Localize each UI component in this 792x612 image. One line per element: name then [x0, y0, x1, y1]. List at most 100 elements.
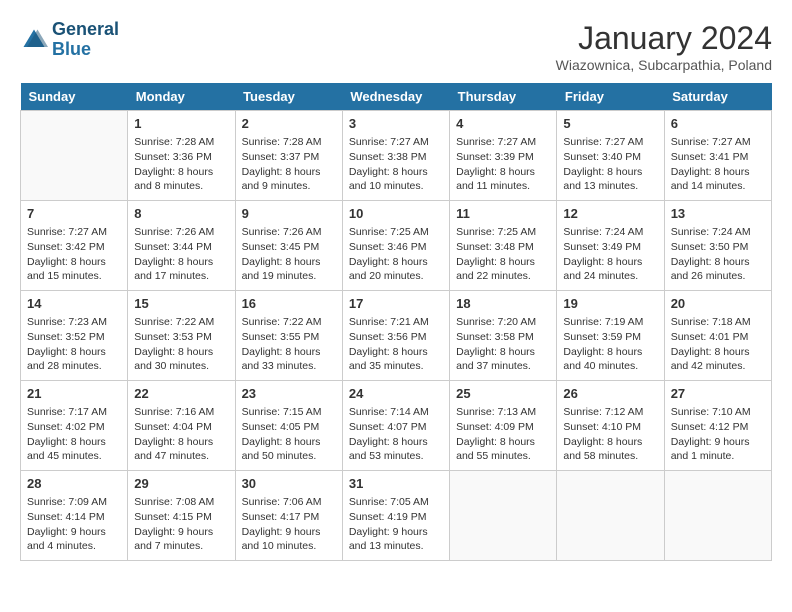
day-number: 19 — [563, 295, 657, 313]
day-number: 10 — [349, 205, 443, 223]
calendar-cell — [21, 111, 128, 201]
calendar-cell: 14 Sunrise: 7:23 AM Sunset: 3:52 PM Dayli… — [21, 291, 128, 381]
calendar-cell — [450, 471, 557, 561]
week-row: 21 Sunrise: 7:17 AM Sunset: 4:02 PM Dayli… — [21, 381, 772, 471]
day-number: 14 — [27, 295, 121, 313]
week-row: 7 Sunrise: 7:27 AM Sunset: 3:42 PM Daylig… — [21, 201, 772, 291]
day-info: Sunrise: 7:12 AM Sunset: 4:10 PM Dayligh… — [563, 405, 657, 464]
day-info: Sunrise: 7:27 AM Sunset: 3:39 PM Dayligh… — [456, 135, 550, 194]
day-info: Sunrise: 7:23 AM Sunset: 3:52 PM Dayligh… — [27, 315, 121, 374]
day-number: 16 — [242, 295, 336, 313]
calendar-cell: 22 Sunrise: 7:16 AM Sunset: 4:04 PM Dayli… — [128, 381, 235, 471]
day-number: 9 — [242, 205, 336, 223]
day-number: 31 — [349, 475, 443, 493]
day-info: Sunrise: 7:26 AM Sunset: 3:45 PM Dayligh… — [242, 225, 336, 284]
day-number: 2 — [242, 115, 336, 133]
week-row: 28 Sunrise: 7:09 AM Sunset: 4:14 PM Dayli… — [21, 471, 772, 561]
day-info: Sunrise: 7:15 AM Sunset: 4:05 PM Dayligh… — [242, 405, 336, 464]
calendar-cell: 18 Sunrise: 7:20 AM Sunset: 3:58 PM Dayli… — [450, 291, 557, 381]
calendar-cell: 8 Sunrise: 7:26 AM Sunset: 3:44 PM Daylig… — [128, 201, 235, 291]
day-number: 3 — [349, 115, 443, 133]
day-number: 25 — [456, 385, 550, 403]
day-info: Sunrise: 7:28 AM Sunset: 3:36 PM Dayligh… — [134, 135, 228, 194]
page-header: General Blue January 2024 Wiazownica, Su… — [20, 20, 772, 73]
day-info: Sunrise: 7:20 AM Sunset: 3:58 PM Dayligh… — [456, 315, 550, 374]
day-info: Sunrise: 7:26 AM Sunset: 3:44 PM Dayligh… — [134, 225, 228, 284]
day-number: 4 — [456, 115, 550, 133]
day-number: 22 — [134, 385, 228, 403]
day-number: 30 — [242, 475, 336, 493]
day-number: 27 — [671, 385, 765, 403]
day-info: Sunrise: 7:24 AM Sunset: 3:49 PM Dayligh… — [563, 225, 657, 284]
day-number: 21 — [27, 385, 121, 403]
week-row: 1 Sunrise: 7:28 AM Sunset: 3:36 PM Daylig… — [21, 111, 772, 201]
day-number: 8 — [134, 205, 228, 223]
day-number: 24 — [349, 385, 443, 403]
weekday-header: Saturday — [664, 83, 771, 111]
day-number: 23 — [242, 385, 336, 403]
day-info: Sunrise: 7:16 AM Sunset: 4:04 PM Dayligh… — [134, 405, 228, 464]
day-number: 20 — [671, 295, 765, 313]
calendar-cell — [664, 471, 771, 561]
calendar-cell: 6Sunrise: 7:27 AM Sunset: 3:41 PM Daylig… — [664, 111, 771, 201]
calendar-cell: 19 Sunrise: 7:19 AM Sunset: 3:59 PM Dayli… — [557, 291, 664, 381]
day-info: Sunrise: 7:06 AM Sunset: 4:17 PM Dayligh… — [242, 495, 336, 554]
day-info: Sunrise: 7:19 AM Sunset: 3:59 PM Dayligh… — [563, 315, 657, 374]
logo: General Blue — [20, 20, 119, 60]
day-info: Sunrise: 7:27 AM Sunset: 3:42 PM Dayligh… — [27, 225, 121, 284]
calendar-cell: 27 Sunrise: 7:10 AM Sunset: 4:12 PM Dayli… — [664, 381, 771, 471]
day-info: Sunrise: 7:09 AM Sunset: 4:14 PM Dayligh… — [27, 495, 121, 554]
day-number: 5 — [563, 115, 657, 133]
calendar-cell: 26 Sunrise: 7:12 AM Sunset: 4:10 PM Dayli… — [557, 381, 664, 471]
weekday-header: Monday — [128, 83, 235, 111]
day-number: 28 — [27, 475, 121, 493]
day-info: Sunrise: 7:22 AM Sunset: 3:55 PM Dayligh… — [242, 315, 336, 374]
weekday-header: Wednesday — [342, 83, 449, 111]
logo-text: General Blue — [52, 20, 119, 60]
calendar-cell: 23 Sunrise: 7:15 AM Sunset: 4:05 PM Dayli… — [235, 381, 342, 471]
day-number: 13 — [671, 205, 765, 223]
calendar-cell: 28 Sunrise: 7:09 AM Sunset: 4:14 PM Dayli… — [21, 471, 128, 561]
calendar-cell: 1 Sunrise: 7:28 AM Sunset: 3:36 PM Daylig… — [128, 111, 235, 201]
day-info: Sunrise: 7:22 AM Sunset: 3:53 PM Dayligh… — [134, 315, 228, 374]
day-number: 6 — [671, 115, 765, 133]
day-info: Sunrise: 7:13 AM Sunset: 4:09 PM Dayligh… — [456, 405, 550, 464]
month-title: January 2024 — [556, 20, 772, 57]
day-info: Sunrise: 7:27 AM Sunset: 3:40 PM Dayligh… — [563, 135, 657, 194]
day-info: Sunrise: 7:05 AM Sunset: 4:19 PM Dayligh… — [349, 495, 443, 554]
day-number: 29 — [134, 475, 228, 493]
day-info: Sunrise: 7:28 AM Sunset: 3:37 PM Dayligh… — [242, 135, 336, 194]
day-info: Sunrise: 7:24 AM Sunset: 3:50 PM Dayligh… — [671, 225, 765, 284]
calendar-cell: 10 Sunrise: 7:25 AM Sunset: 3:46 PM Dayli… — [342, 201, 449, 291]
calendar-cell: 24Sunrise: 7:14 AM Sunset: 4:07 PM Dayli… — [342, 381, 449, 471]
calendar-cell: 5 Sunrise: 7:27 AM Sunset: 3:40 PM Daylig… — [557, 111, 664, 201]
day-number: 17 — [349, 295, 443, 313]
day-number: 12 — [563, 205, 657, 223]
calendar-cell: 7 Sunrise: 7:27 AM Sunset: 3:42 PM Daylig… — [21, 201, 128, 291]
day-number: 7 — [27, 205, 121, 223]
weekday-header: Friday — [557, 83, 664, 111]
calendar-cell: 16 Sunrise: 7:22 AM Sunset: 3:55 PM Dayli… — [235, 291, 342, 381]
calendar-cell: 4 Sunrise: 7:27 AM Sunset: 3:39 PM Daylig… — [450, 111, 557, 201]
day-info: Sunrise: 7:21 AM Sunset: 3:56 PM Dayligh… — [349, 315, 443, 374]
weekday-header: Sunday — [21, 83, 128, 111]
calendar-cell: 21 Sunrise: 7:17 AM Sunset: 4:02 PM Dayli… — [21, 381, 128, 471]
day-number: 26 — [563, 385, 657, 403]
day-number: 1 — [134, 115, 228, 133]
title-block: January 2024 Wiazownica, Subcarpathia, P… — [556, 20, 772, 73]
day-info: Sunrise: 7:10 AM Sunset: 4:12 PM Dayligh… — [671, 405, 765, 464]
calendar-header-row: SundayMondayTuesdayWednesdayThursdayFrid… — [21, 83, 772, 111]
calendar-cell: 2 Sunrise: 7:28 AM Sunset: 3:37 PM Daylig… — [235, 111, 342, 201]
calendar-cell: 25 Sunrise: 7:13 AM Sunset: 4:09 PM Dayli… — [450, 381, 557, 471]
day-number: 15 — [134, 295, 228, 313]
calendar-cell — [557, 471, 664, 561]
weekday-header: Thursday — [450, 83, 557, 111]
calendar-cell: 11Sunrise: 7:25 AM Sunset: 3:48 PM Dayli… — [450, 201, 557, 291]
day-info: Sunrise: 7:17 AM Sunset: 4:02 PM Dayligh… — [27, 405, 121, 464]
day-number: 18 — [456, 295, 550, 313]
calendar-cell: 31 Sunrise: 7:05 AM Sunset: 4:19 PM Dayli… — [342, 471, 449, 561]
calendar-cell: 13 Sunrise: 7:24 AM Sunset: 3:50 PM Dayli… — [664, 201, 771, 291]
calendar-cell: 17 Sunrise: 7:21 AM Sunset: 3:56 PM Dayli… — [342, 291, 449, 381]
day-info: Sunrise: 7:25 AM Sunset: 3:46 PM Dayligh… — [349, 225, 443, 284]
calendar-cell: 9 Sunrise: 7:26 AM Sunset: 3:45 PM Daylig… — [235, 201, 342, 291]
